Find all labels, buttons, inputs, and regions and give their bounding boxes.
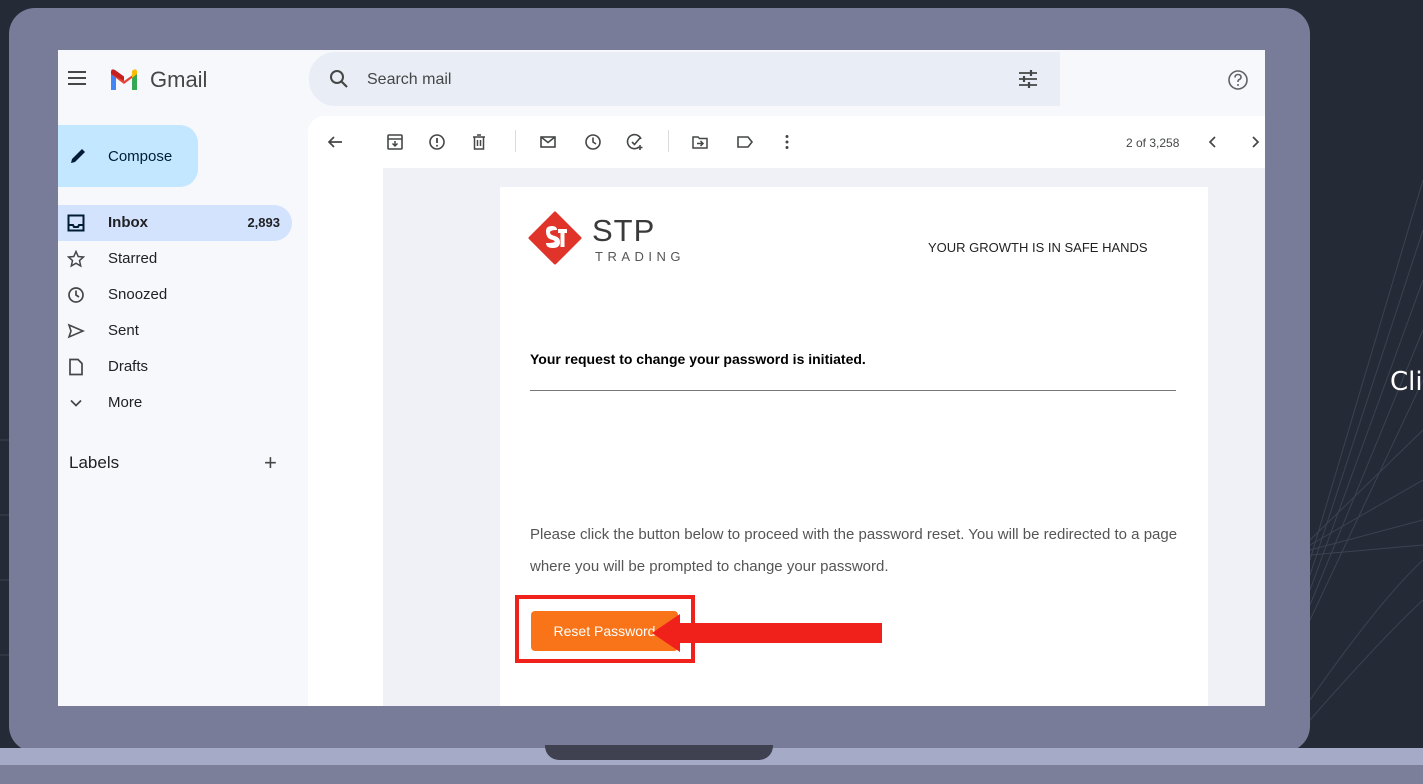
sidebar-item-label: Sent (108, 322, 139, 339)
toolbar-divider (515, 130, 516, 152)
compose-label: Compose (108, 148, 173, 165)
brand-subtitle: TRADING (595, 249, 685, 264)
search-options-icon[interactable] (1018, 69, 1038, 89)
pagination-count: 2 of 3,258 (1126, 136, 1180, 150)
stp-logo-icon (528, 211, 582, 265)
inbox-count: 2,893 (247, 215, 280, 230)
brand-tagline: YOUR GROWTH IS IN SAFE HANDS (928, 240, 1148, 255)
search-icon[interactable] (329, 69, 349, 89)
clock-icon (68, 287, 84, 303)
add-task-icon[interactable] (626, 133, 644, 151)
gmail-screen: Gmail Compose Inbox (58, 50, 1265, 706)
move-to-icon[interactable] (691, 133, 709, 151)
gmail-logo-icon[interactable] (109, 67, 139, 90)
email-body-text: Please click the button below to proceed… (530, 526, 1178, 575)
sidebar-item-drafts[interactable]: Drafts (58, 349, 292, 385)
gmail-brand: Gmail (150, 67, 208, 92)
star-icon (67, 250, 85, 268)
brand-name: STP (592, 213, 656, 248)
sidebar-item-label: Inbox (108, 214, 148, 231)
pointer-arrow-icon (652, 614, 882, 652)
back-arrow-icon[interactable] (326, 133, 344, 151)
mark-unread-icon[interactable] (539, 133, 557, 151)
sidebar-item-starred[interactable]: Starred (58, 241, 292, 277)
menu-icon[interactable] (68, 71, 86, 85)
label-icon[interactable] (736, 133, 754, 151)
add-label-button[interactable]: + (264, 450, 277, 476)
help-icon[interactable] (1227, 69, 1249, 91)
snooze-icon[interactable] (584, 133, 602, 151)
side-caption: Cli (1390, 367, 1423, 397)
sidebar-item-inbox[interactable]: Inbox 2,893 (58, 205, 292, 241)
search-input[interactable] (367, 69, 967, 91)
archive-icon[interactable] (386, 133, 404, 151)
chevron-right-icon[interactable] (1246, 133, 1264, 151)
content-divider (530, 390, 1176, 391)
more-vert-icon[interactable] (778, 133, 796, 151)
sidebar-item-label: More (108, 394, 143, 411)
sidebar-item-label: Starred (108, 250, 158, 267)
sidebar-item-label: Drafts (108, 358, 149, 375)
inbox-icon (67, 214, 85, 232)
email-headline: Your request to change your password is … (530, 351, 866, 367)
sidebar-item-sent[interactable]: Sent (58, 313, 292, 349)
compose-button[interactable]: Compose (58, 125, 198, 187)
sidebar-item-more[interactable]: More (58, 385, 292, 421)
pencil-icon (71, 149, 85, 163)
send-icon (67, 323, 85, 339)
delete-icon[interactable] (470, 133, 488, 151)
chevron-left-icon[interactable] (1204, 133, 1222, 151)
laptop-hinge (545, 745, 773, 760)
chevron-down-icon (70, 399, 82, 407)
draft-icon (69, 358, 83, 376)
labels-heading: Labels (69, 453, 120, 472)
report-spam-icon[interactable] (428, 133, 446, 151)
sidebar-item-snoozed[interactable]: Snoozed (58, 277, 292, 313)
sidebar-item-label: Snoozed (108, 286, 168, 303)
toolbar-divider (668, 130, 669, 152)
search-bar (309, 52, 1060, 106)
